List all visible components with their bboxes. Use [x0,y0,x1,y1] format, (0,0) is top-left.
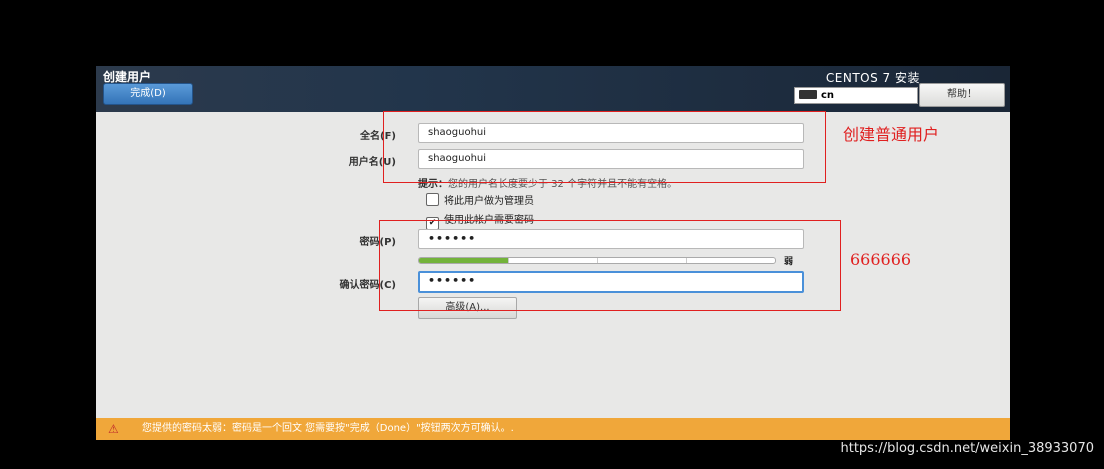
keyboard-icon [799,90,817,99]
help-button[interactable]: 帮助！ [919,83,1005,107]
header-bar: 创建用户 完成(D) CENTOS 7 安装 cn 帮助！ [96,66,1010,112]
product-title: CENTOS 7 安装 [825,71,920,85]
keyboard-layout-label: cn [821,90,835,101]
password-label: 密码(P) [359,237,396,248]
admin-checkbox[interactable]: 将此用户做为管理员 [426,192,534,207]
fullname-label: 全名(F) [360,131,396,142]
warning-icon: ⚠ [108,422,119,436]
checkbox-unchecked-icon [426,193,439,206]
warning-bar[interactable]: ⚠ 您提供的密码太弱：密码是一个回文 您需要按"完成（Done）"按钮两次方可确… [96,418,1010,440]
confirm-password-label: 确认密码(C) [339,280,396,291]
watermark: https://blog.csdn.net/weixin_38933070 [840,441,1094,456]
keyboard-layout-indicator[interactable]: cn [794,87,918,104]
admin-checkbox-label: 将此用户做为管理员 [444,196,534,207]
annotation-user-note: 创建普通用户 [843,125,940,144]
username-label: 用户名(U) [348,157,396,168]
annotation-box-password [379,220,841,311]
done-button[interactable]: 完成(D) [103,83,193,105]
annotation-password-note: 666666 [850,250,912,269]
annotation-box-user [383,111,826,183]
warning-text: 您提供的密码太弱：密码是一个回文 您需要按"完成（Done）"按钮两次方可确认。… [142,423,514,434]
